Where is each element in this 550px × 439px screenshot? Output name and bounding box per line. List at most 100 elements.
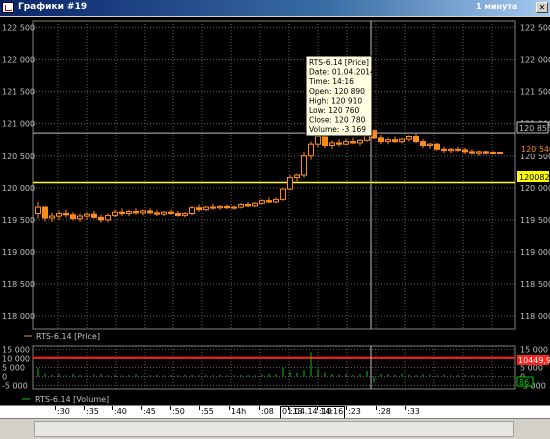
candle <box>266 197 272 204</box>
tooltip-line: RTS-6.14 [Price] <box>309 58 369 67</box>
candle <box>238 203 244 209</box>
candle <box>70 212 76 221</box>
time-tick-label: :55 <box>201 407 214 416</box>
volume-tick-label-left: 5 000 <box>2 364 25 373</box>
candle-body-down <box>469 151 475 154</box>
candle <box>210 203 216 210</box>
candle-body-down <box>70 214 76 220</box>
timeframe-label[interactable]: 1 минута <box>476 2 517 11</box>
candle <box>49 212 55 222</box>
candle <box>357 139 363 146</box>
candle <box>189 205 195 216</box>
candle <box>392 136 398 143</box>
time-tick <box>288 406 289 410</box>
high-level-value: 120 853 <box>519 124 550 133</box>
time-axis[interactable]: 01.04.14 14:16 :30:35:40:45:50:55 14h:08:… <box>0 405 550 419</box>
time-tick <box>199 406 200 410</box>
candle-body-up <box>84 213 90 217</box>
price-legend: RTS-6.14 [Price] <box>24 332 100 341</box>
candle-body-up <box>357 139 363 144</box>
candle <box>441 146 447 154</box>
candle-body-down <box>119 211 125 214</box>
price-tick-label-right: 119 000 <box>520 248 550 257</box>
price-tick-label-left: 122 000 <box>2 56 35 65</box>
candle <box>448 148 454 154</box>
candle <box>483 150 489 155</box>
candle <box>231 205 237 210</box>
price-tick-label-right: 118 500 <box>520 280 550 289</box>
candle-body-up <box>490 152 496 155</box>
price-chart[interactable]: 122 500 122 500 122 000 122 000 121 500 121 5… <box>0 17 550 353</box>
candle-body-down <box>91 213 97 218</box>
price-tick-label-left: 121 000 <box>2 120 35 129</box>
price-tick-label-left: 120 000 <box>2 184 35 193</box>
candle-body-up <box>427 143 433 146</box>
candle-body-down <box>455 148 461 151</box>
candle-body-up <box>399 138 405 143</box>
candle <box>154 210 160 217</box>
candle-body-down <box>196 207 202 211</box>
candle-body-up <box>35 206 41 214</box>
last-volume-marker: 86 <box>516 376 534 387</box>
candle <box>280 187 286 201</box>
time-tick-label: :18 <box>319 407 332 416</box>
price-tick-label-left: 121 500 <box>2 88 35 97</box>
volume-tick-label-left: -5 000 <box>2 381 28 390</box>
candle <box>252 201 258 208</box>
candle-body-up <box>112 211 118 216</box>
volume-red-marker: 10449,9 <box>517 355 550 365</box>
price-tick-label-right: 122 500 <box>520 23 550 32</box>
candle <box>161 210 167 217</box>
candle <box>224 204 230 210</box>
support-level-marker: 120082,3 <box>517 171 550 182</box>
candles <box>35 129 503 223</box>
time-tick <box>317 406 318 410</box>
candle <box>336 139 342 147</box>
candle <box>308 141 314 160</box>
candle-body-down <box>413 136 419 143</box>
candle-body-up <box>161 211 167 215</box>
candle-body-up <box>231 206 237 209</box>
chart-app-icon <box>2 2 14 13</box>
candle-body-down <box>462 149 468 153</box>
candle <box>497 151 503 155</box>
time-tick <box>229 406 230 410</box>
scroll-track[interactable] <box>34 421 514 437</box>
title-bar[interactable]: Графики #19 1 минута ✕ <box>0 0 550 16</box>
candle-body-up <box>476 151 482 154</box>
candle <box>427 142 433 149</box>
price-tick-label-right: 120 000 <box>520 184 550 193</box>
candle-body-up <box>301 155 307 176</box>
candle-body-down <box>224 205 230 209</box>
price-tick-label-left: 120 500 <box>2 152 35 161</box>
tooltip-line: High: 120 910 <box>309 96 362 105</box>
volume-chart[interactable]: 15 00015 00010 00010 0005 0005 00000-5 0… <box>0 343 550 405</box>
candle-body-up <box>189 207 195 215</box>
candle-body-up <box>280 188 286 200</box>
close-button[interactable]: ✕ <box>536 2 548 13</box>
candle <box>455 146 461 152</box>
time-tick-label: :23 <box>348 407 361 416</box>
price-series-name: RTS-6.14 [Price] <box>36 332 100 341</box>
candle-body-down <box>350 141 356 144</box>
price-tick-label-right: 121 500 <box>520 88 550 97</box>
candle-body-down <box>42 206 48 219</box>
candle <box>175 210 181 217</box>
volume-chart-canvas: 15 00015 00010 00010 0005 0005 00000-5 0… <box>2 345 550 404</box>
price-tick-label-right: 119 500 <box>520 216 550 225</box>
volume-tick-label-left: 15 000 <box>2 346 30 355</box>
time-tick-label: :30 <box>57 407 70 416</box>
candle-body-down <box>322 136 328 146</box>
candle <box>462 148 468 154</box>
candle <box>98 214 104 223</box>
volume-series-name: RTS-6.14 [Volume] <box>35 395 109 404</box>
time-tick-label: :13 <box>290 407 303 416</box>
candle <box>196 204 202 212</box>
last-price-marker: 120 540 <box>517 143 550 154</box>
candle <box>413 133 419 143</box>
time-tick <box>141 406 142 410</box>
candle-body-down <box>98 216 104 221</box>
horizontal-scrollbar[interactable] <box>0 418 550 439</box>
candle <box>112 209 118 218</box>
candle-body-up <box>259 200 265 204</box>
